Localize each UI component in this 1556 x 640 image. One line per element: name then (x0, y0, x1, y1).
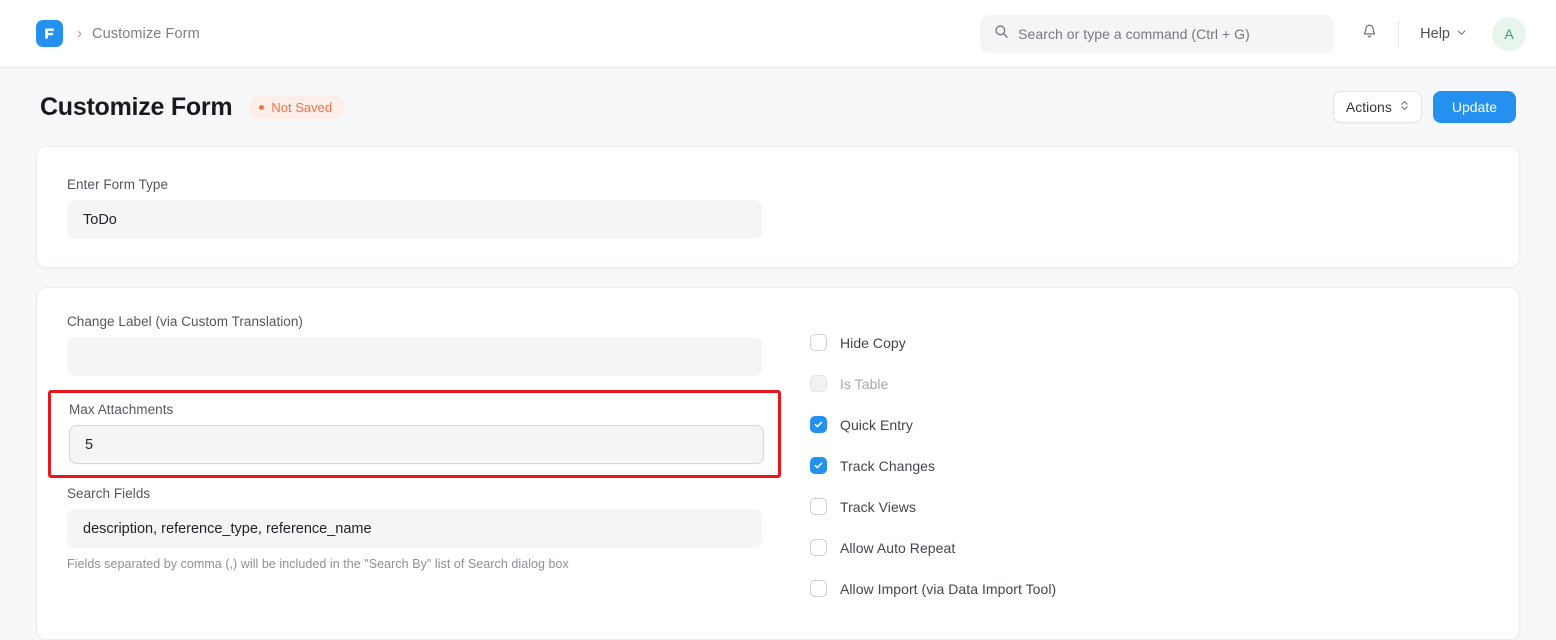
max-attachments-field: Max Attachments 5 (69, 402, 760, 464)
change-label-input[interactable] (67, 337, 762, 376)
checkbox-label-allow-import: Allow Import (via Data Import Tool) (840, 581, 1056, 597)
chevron-updown-icon (1400, 99, 1409, 115)
checkbox-track-views[interactable] (810, 498, 827, 515)
form-type-input[interactable]: ToDo (67, 200, 762, 239)
checkbox-allow-auto-repeat[interactable] (810, 539, 827, 556)
checkbox-hide-copy[interactable] (810, 334, 827, 351)
search-fields-field: Search Fields description, reference_typ… (67, 486, 797, 571)
form-type-label: Enter Form Type (67, 177, 1489, 192)
checkbox-label-track-views: Track Views (840, 499, 916, 515)
page-header: Customize Form Not Saved Actions Update (36, 68, 1520, 146)
checkbox-row-track-changes[interactable]: Track Changes (810, 445, 1489, 486)
checkbox-row-hide-copy[interactable]: Hide Copy (810, 322, 1489, 363)
page-title: Customize Form (40, 93, 232, 122)
change-label-field: Change Label (via Custom Translation) (67, 314, 797, 376)
breadcrumb-separator-icon: › (77, 26, 82, 41)
search-icon (994, 24, 1009, 44)
checkbox-label-allow-auto-repeat: Allow Auto Repeat (840, 540, 955, 556)
checkbox-row-is-table: Is Table (810, 363, 1489, 404)
settings-grid: Change Label (via Custom Translation) Ma… (67, 314, 1489, 609)
checkbox-track-changes[interactable] (810, 457, 827, 474)
search-placeholder: Search or type a command (Ctrl + G) (1018, 26, 1250, 42)
search-fields-input[interactable]: description, reference_type, reference_n… (67, 509, 762, 548)
frappe-logo-icon[interactable] (36, 20, 63, 47)
search-fields-help-text: Fields separated by comma (,) will be in… (67, 557, 797, 571)
actions-button[interactable]: Actions (1333, 91, 1422, 123)
settings-checkbox-column: Hide Copy Is Table Quick Entry (797, 314, 1489, 609)
help-menu-button[interactable]: Help (1411, 19, 1476, 49)
checkbox-label-is-table: Is Table (840, 376, 888, 392)
max-attachments-label: Max Attachments (69, 402, 760, 417)
form-type-card: Enter Form Type ToDo (36, 146, 1520, 268)
update-button-label: Update (1452, 99, 1497, 115)
bell-icon (1361, 23, 1378, 45)
status-badge: Not Saved (250, 96, 344, 119)
avatar[interactable]: A (1492, 17, 1526, 51)
navbar-divider (1398, 21, 1399, 47)
notifications-button[interactable] (1352, 17, 1386, 51)
checkbox-allow-import[interactable] (810, 580, 827, 597)
max-attachments-input[interactable]: 5 (69, 425, 764, 464)
chevron-down-icon (1456, 25, 1467, 43)
settings-card: Change Label (via Custom Translation) Ma… (36, 287, 1520, 640)
status-badge-label: Not Saved (271, 101, 332, 114)
update-button[interactable]: Update (1433, 91, 1516, 123)
checkbox-row-allow-auto-repeat[interactable]: Allow Auto Repeat (810, 527, 1489, 568)
checkbox-row-quick-entry[interactable]: Quick Entry (810, 404, 1489, 445)
checkbox-row-allow-import[interactable]: Allow Import (via Data Import Tool) (810, 568, 1489, 609)
checkbox-label-hide-copy: Hide Copy (840, 335, 906, 351)
status-dot-icon (259, 105, 264, 110)
checkbox-label-quick-entry: Quick Entry (840, 417, 913, 433)
settings-left-column: Change Label (via Custom Translation) Ma… (67, 314, 797, 609)
avatar-initial: A (1504, 26, 1513, 42)
max-attachments-highlight: Max Attachments 5 (48, 390, 781, 478)
navbar-right-group: Search or type a command (Ctrl + G) Help… (980, 15, 1526, 53)
actions-button-label: Actions (1346, 99, 1392, 115)
checkbox-row-track-views[interactable]: Track Views (810, 486, 1489, 527)
breadcrumb-item-customize-form[interactable]: Customize Form (92, 26, 200, 42)
checkbox-label-track-changes: Track Changes (840, 458, 935, 474)
search-input[interactable]: Search or type a command (Ctrl + G) (980, 15, 1334, 53)
checkbox-quick-entry[interactable] (810, 416, 827, 433)
page-body: Customize Form Not Saved Actions Update … (0, 68, 1556, 640)
form-type-field: Enter Form Type ToDo (67, 177, 1489, 239)
checkbox-is-table (810, 375, 827, 392)
change-label-label: Change Label (via Custom Translation) (67, 314, 797, 329)
page-header-actions: Actions Update (1333, 91, 1516, 123)
help-label: Help (1420, 26, 1450, 42)
search-fields-label: Search Fields (67, 486, 797, 501)
top-navbar: › Customize Form Search or type a comman… (0, 0, 1556, 68)
